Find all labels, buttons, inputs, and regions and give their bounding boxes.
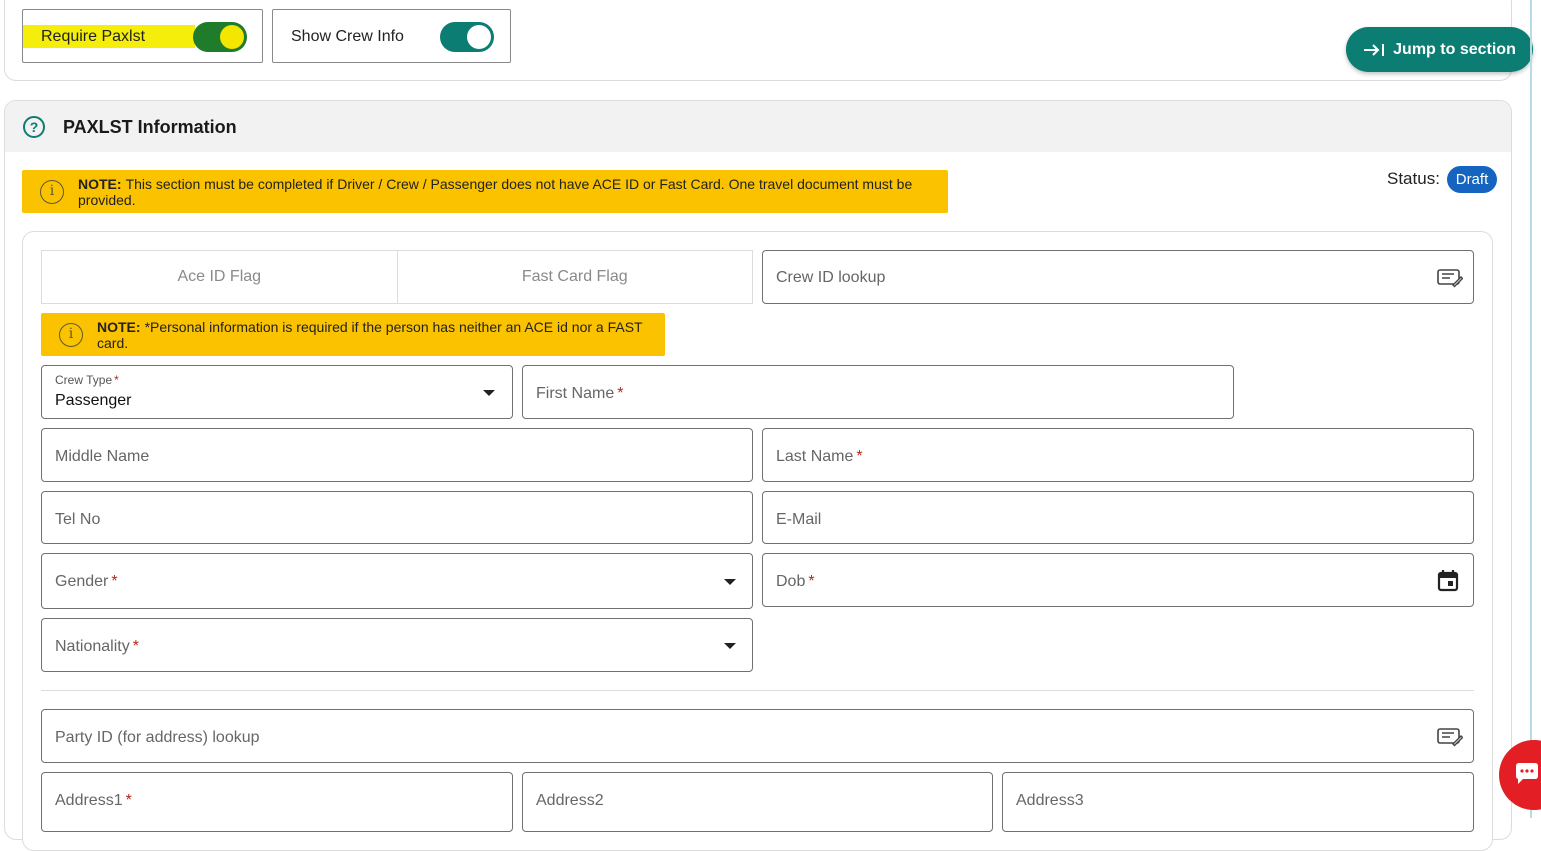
note-prefix: NOTE:	[78, 175, 122, 192]
jump-to-section-label: Jump to section	[1393, 40, 1516, 58]
required-mark: *	[132, 638, 139, 655]
required-mark: *	[808, 573, 815, 590]
section-title: PAXLST Information	[63, 117, 237, 137]
email-placeholder: E-Mail	[776, 511, 822, 528]
tel-no-placeholder: Tel No	[55, 511, 101, 528]
crew-type-label: Crew Type *	[55, 373, 119, 387]
nationality-select[interactable]: Nationality *	[41, 618, 753, 672]
dob-text: Dob	[776, 573, 806, 590]
lookup-edit-icon[interactable]	[1437, 268, 1463, 288]
first-name-text: First Name	[536, 385, 615, 402]
jump-to-section-button[interactable]: Jump to section	[1346, 27, 1533, 72]
chevron-down-icon	[483, 390, 495, 396]
show-crew-info-switch[interactable]	[440, 22, 494, 52]
address2-field[interactable]: Address2	[522, 772, 993, 832]
note-text-wrap: NOTE: *Personal information is required i…	[97, 319, 665, 351]
switch-knob	[220, 25, 244, 49]
crew-id-lookup-placeholder: Crew ID lookup	[776, 269, 886, 286]
address1-text: Address1	[55, 792, 123, 809]
switch-knob	[467, 25, 491, 49]
chevron-down-icon	[724, 643, 736, 649]
require-paxlst-text: Require Paxlst	[23, 25, 196, 48]
fast-card-flag-button[interactable]: Fast Card Flag	[396, 251, 753, 303]
arrow-to-line-icon	[1364, 43, 1385, 56]
dob-placeholder: Dob *	[776, 573, 815, 591]
dob-field[interactable]: Dob *	[762, 553, 1474, 607]
personal-info-note: i NOTE: *Personal information is required…	[41, 313, 665, 356]
lookup-edit-icon[interactable]	[1437, 727, 1463, 747]
email-field[interactable]: E-Mail	[762, 491, 1474, 544]
required-mark: *	[125, 792, 132, 809]
first-name-placeholder: First Name *	[536, 385, 623, 403]
required-mark: *	[114, 373, 119, 387]
last-name-placeholder: Last Name *	[776, 448, 863, 466]
address3-field[interactable]: Address3	[1002, 772, 1474, 832]
info-icon: i	[40, 179, 64, 204]
gender-text: Gender	[55, 573, 109, 590]
note-text: *Personal information is required if the…	[97, 318, 643, 351]
page-edge-line	[1530, 0, 1532, 818]
crew-id-lookup-field[interactable]: Crew ID lookup	[762, 250, 1474, 304]
address3-placeholder: Address3	[1016, 792, 1084, 809]
address1-placeholder: Address1 *	[55, 792, 132, 810]
required-mark: *	[111, 573, 118, 590]
address2-placeholder: Address2	[536, 792, 604, 809]
crew-type-value: Passenger	[55, 392, 132, 409]
last-name-text: Last Name	[776, 448, 854, 465]
flag-group: Ace ID Flag Fast Card Flag	[41, 250, 753, 304]
middle-name-field[interactable]: Middle Name	[41, 428, 753, 482]
crew-type-select[interactable]: Crew Type * Passenger	[41, 365, 513, 419]
first-name-field[interactable]: First Name *	[522, 365, 1234, 419]
form-divider	[41, 690, 1474, 691]
require-paxlst-toggle-box: Require Paxlst	[22, 9, 263, 63]
nationality-text: Nationality	[55, 638, 130, 655]
require-paxlst-switch[interactable]	[193, 22, 247, 52]
note-text: This section must be completed if Driver…	[78, 175, 913, 208]
show-crew-info-label: Show Crew Info	[291, 28, 404, 45]
nationality-placeholder: Nationality *	[55, 638, 139, 656]
status-label: Status:	[1387, 169, 1440, 188]
party-id-lookup-field[interactable]: Party ID (for address) lookup	[41, 709, 1474, 763]
required-mark: *	[617, 385, 624, 402]
tel-no-field[interactable]: Tel No	[41, 491, 753, 544]
ace-id-flag-button[interactable]: Ace ID Flag	[42, 251, 397, 303]
show-crew-info-toggle-box: Show Crew Info	[272, 9, 511, 63]
party-id-lookup-placeholder: Party ID (for address) lookup	[55, 729, 260, 746]
note-prefix: NOTE:	[97, 318, 141, 335]
question-circle-icon[interactable]: ?	[23, 116, 45, 138]
status-badge: Draft	[1447, 166, 1497, 193]
crew-type-label-text: Crew Type	[55, 373, 113, 387]
chevron-down-icon	[724, 579, 736, 585]
calendar-icon[interactable]	[1437, 569, 1459, 592]
require-paxlst-label: Require Paxlst	[23, 25, 196, 48]
gender-placeholder: Gender *	[55, 573, 118, 591]
section-header: ? PAXLST Information	[5, 101, 1511, 152]
section-note: i NOTE: This section must be completed if…	[22, 170, 948, 213]
last-name-field[interactable]: Last Name *	[762, 428, 1474, 482]
middle-name-placeholder: Middle Name	[55, 448, 150, 465]
chat-icon	[1516, 763, 1538, 784]
required-mark: *	[856, 448, 863, 465]
info-icon: i	[59, 322, 83, 347]
note-text-wrap: NOTE: This section must be completed if D…	[78, 176, 948, 208]
gender-select[interactable]: Gender *	[41, 553, 753, 609]
address1-field[interactable]: Address1 *	[41, 772, 513, 832]
